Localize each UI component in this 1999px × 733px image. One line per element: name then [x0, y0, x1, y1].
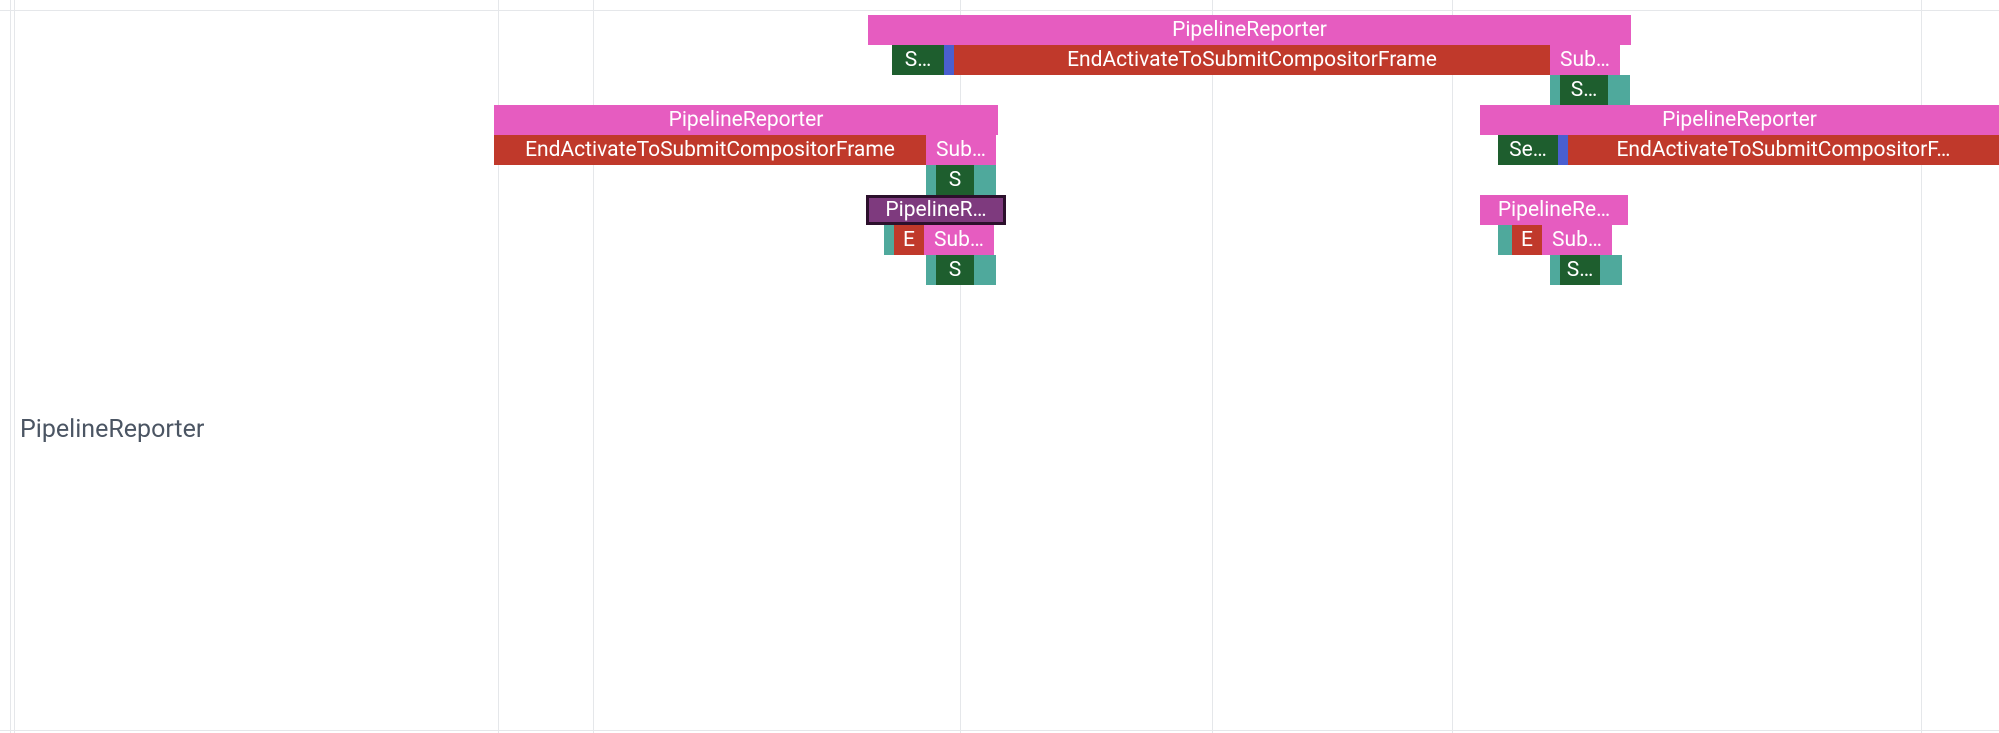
trace-slice-g5_t2[interactable]: [1600, 255, 1622, 285]
trace-slice-g2_pr[interactable]: PipelineReporter: [494, 105, 998, 135]
trace-slice-g5_sub[interactable]: Sub…: [1542, 225, 1612, 255]
trace-slice-g2_t2[interactable]: [974, 165, 996, 195]
trace-slice-g5_e[interactable]: E: [1512, 225, 1542, 255]
trace-slice-g1_s[interactable]: S…: [892, 45, 944, 75]
trace-slice-g1_t2[interactable]: [1608, 75, 1630, 105]
trace-slice-g4_pr[interactable]: PipelineR…: [866, 195, 1006, 225]
trace-slice-g1_end[interactable]: EndActivateToSubmitCompositorFrame: [954, 45, 1550, 75]
trace-slice-g1_sub[interactable]: Sub…: [1550, 45, 1620, 75]
trace-slice-g2_end[interactable]: EndActivateToSubmitCompositorFrame: [494, 135, 926, 165]
trace-slice-g5_t0[interactable]: [1498, 225, 1512, 255]
trace-slice-g4_e[interactable]: E: [894, 225, 924, 255]
trace-slice-g2_sub[interactable]: Sub…: [926, 135, 996, 165]
trace-slice-g3_end[interactable]: EndActivateToSubmitCompositorF…: [1568, 135, 1999, 165]
trace-slice-g3_se[interactable]: Se…: [1498, 135, 1558, 165]
flamegraph-canvas[interactable]: PipelineReporterS…EndActivateToSubmitCom…: [0, 0, 1999, 733]
trace-slice-g4_s[interactable]: S: [936, 255, 974, 285]
trace-slice-g4_sub[interactable]: Sub…: [924, 225, 994, 255]
trace-slice-g3_pr[interactable]: PipelineReporter: [1480, 105, 1999, 135]
trace-slice-g2_s[interactable]: S: [936, 165, 974, 195]
trace-slice-g5_pr[interactable]: PipelineRe…: [1480, 195, 1628, 225]
trace-slice-g5_s[interactable]: S…: [1560, 255, 1600, 285]
trace-slice-g4_t2[interactable]: [974, 255, 996, 285]
trace-slice-g1_pr[interactable]: PipelineReporter: [868, 15, 1631, 45]
trace-slice-g1_s2[interactable]: S…: [1560, 75, 1608, 105]
